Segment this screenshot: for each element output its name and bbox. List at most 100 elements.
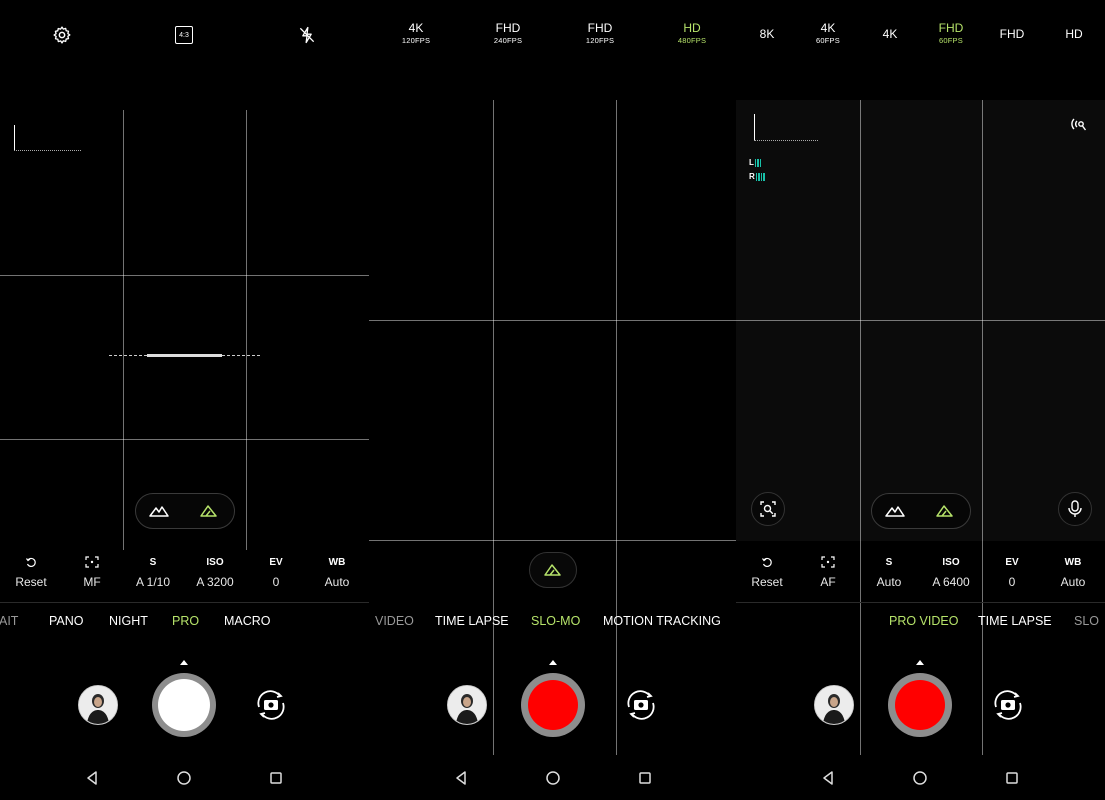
grid-line [369, 320, 736, 321]
fps-label: 60FPS [816, 36, 840, 45]
wide-lens-icon[interactable] [148, 502, 170, 525]
resolution-label: FHD [587, 21, 613, 35]
grid-line [0, 439, 369, 440]
focus-value: AF [820, 575, 836, 589]
fps-label: 120FPS [401, 36, 431, 45]
home-icon[interactable] [174, 768, 194, 788]
resolution-label: HD [683, 21, 701, 35]
shutter-button[interactable] [152, 673, 216, 737]
stabilization-icon[interactable] [1070, 115, 1088, 138]
switch-camera-icon[interactable] [621, 685, 661, 725]
grid-line [616, 100, 617, 755]
reset-icon [1, 556, 61, 570]
resolution-option[interactable]: FHD 120FPS [565, 22, 635, 45]
iso-control[interactable]: ISO A 3200 [185, 556, 245, 589]
aspect-ratio-icon[interactable]: 4:3 [171, 22, 197, 48]
mode-video[interactable]: VIDEO [375, 614, 414, 628]
wb-value: Auto [1060, 575, 1086, 589]
resolution-label: 4K [408, 21, 424, 35]
recents-icon[interactable] [1002, 768, 1022, 788]
shutter-speed-title: S [149, 557, 157, 568]
gallery-thumbnail[interactable] [447, 685, 487, 725]
wb-control[interactable]: WB Auto [1043, 556, 1103, 589]
iso-value: A 3200 [196, 575, 234, 589]
mode-time-lapse[interactable]: TIME LAPSE [978, 614, 1052, 628]
reset-control[interactable]: Reset [1, 556, 61, 589]
switch-camera-icon[interactable] [251, 685, 291, 725]
fps-label: 480FPS [677, 36, 707, 45]
resolution-label: FHD [999, 27, 1025, 41]
mode-time-lapse[interactable]: TIME LAPSE [435, 614, 509, 628]
switch-camera-icon[interactable] [988, 685, 1028, 725]
mode-pro-video[interactable]: PRO VIDEO [889, 614, 958, 628]
ev-control[interactable]: EV 0 [246, 556, 306, 589]
mode-slo-mo[interactable]: SLO-MO [531, 614, 580, 628]
gallery-thumbnail[interactable] [78, 685, 118, 725]
scene-detect-icon[interactable] [751, 492, 785, 526]
wb-title: WB [328, 557, 346, 568]
ultrawide-lens-icon[interactable] [934, 502, 956, 525]
ev-control[interactable]: EV 0 [982, 556, 1042, 589]
home-icon[interactable] [910, 768, 930, 788]
fps-label: 240FPS [493, 36, 523, 45]
resolution-option[interactable]: 4K [855, 22, 925, 40]
gallery-thumbnail[interactable] [814, 685, 854, 725]
histogram-axis [14, 125, 15, 151]
back-icon[interactable] [451, 768, 471, 788]
lens-switcher[interactable] [529, 552, 577, 588]
microphone-icon[interactable] [1058, 492, 1092, 526]
iso-value: A 6400 [932, 575, 970, 589]
resolution-option[interactable]: 4K 60FPS [793, 22, 863, 45]
resolution-option[interactable]: 4K 120FPS [381, 22, 451, 45]
resolution-label: HD [1065, 27, 1083, 41]
ev-title: EV [269, 557, 283, 568]
mode-night[interactable]: NIGHT [109, 614, 148, 628]
divider [736, 602, 1105, 603]
resolution-option-selected[interactable]: HD 480FPS [657, 22, 727, 45]
resolution-option[interactable]: HD [1039, 22, 1105, 40]
audio-meter-right: R [749, 173, 766, 181]
mode-pano[interactable]: PANO [49, 614, 84, 628]
focus-control[interactable]: AF [798, 556, 858, 589]
resolution-label: 4K [820, 21, 836, 35]
shutter-speed-control[interactable]: S A 1/10 [123, 556, 183, 589]
home-icon[interactable] [543, 768, 563, 788]
histogram-axis [754, 114, 755, 140]
recents-icon[interactable] [635, 768, 655, 788]
record-button[interactable] [521, 673, 585, 737]
mode-portrait[interactable]: AIT [0, 614, 18, 628]
mode-motion-tracking[interactable]: MOTION TRACKING [603, 614, 721, 628]
ultrawide-lens-icon[interactable] [198, 502, 220, 525]
record-button[interactable] [888, 673, 952, 737]
iso-title: ISO [206, 557, 224, 568]
flash-off-icon[interactable] [294, 22, 320, 48]
wb-control[interactable]: WB Auto [307, 556, 367, 589]
reset-control[interactable]: Reset [737, 556, 797, 589]
back-icon[interactable] [818, 768, 838, 788]
mode-pro[interactable]: PRO [172, 614, 199, 628]
resolution-option-selected[interactable]: FHD 60FPS [916, 22, 986, 45]
wb-title: WB [1064, 557, 1082, 568]
shutter-speed-value: Auto [876, 575, 902, 589]
resolution-label: FHD [495, 21, 521, 35]
ev-value: 0 [1008, 575, 1016, 589]
shutter-speed-control[interactable]: S Auto [859, 556, 919, 589]
gear-icon[interactable] [49, 22, 75, 48]
recents-icon[interactable] [266, 768, 286, 788]
ultrawide-lens-icon [544, 564, 561, 576]
fps-label: 60FPS [939, 36, 963, 45]
slo-mo-screen: 4K 120FPS FHD 240FPS FHD 120FPS HD 480FP… [369, 0, 736, 800]
mode-macro[interactable]: MACRO [224, 614, 271, 628]
histogram-baseline [14, 150, 81, 151]
iso-control[interactable]: ISO A 6400 [921, 556, 981, 589]
resolution-option[interactable]: FHD 240FPS [473, 22, 543, 45]
mode-slo-mo[interactable]: SLO [1074, 614, 1099, 628]
grid-line [246, 110, 247, 550]
ev-value: 0 [272, 575, 280, 589]
focus-control[interactable]: MF [62, 556, 122, 589]
resolution-option[interactable]: FHD [977, 22, 1047, 40]
focus-icon [62, 556, 122, 570]
back-icon[interactable] [82, 768, 102, 788]
wide-lens-icon[interactable] [884, 502, 906, 525]
level-indicator [147, 354, 222, 357]
